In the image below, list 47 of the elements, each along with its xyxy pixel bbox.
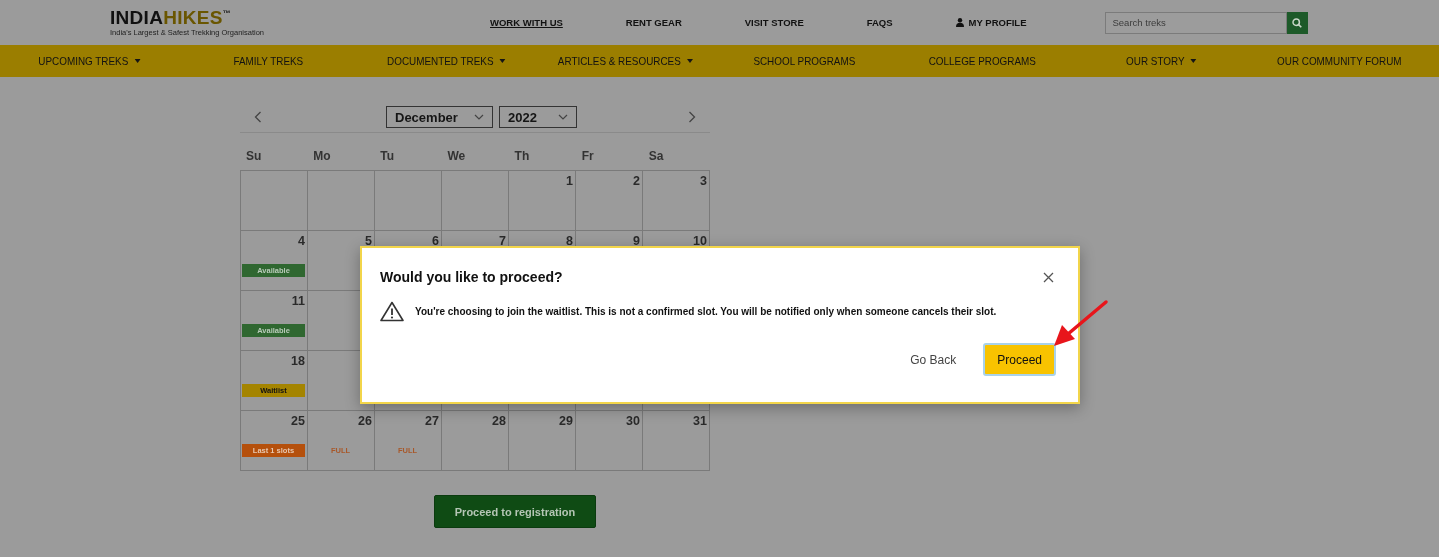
header-link[interactable]: MY PROFILE (955, 17, 1027, 28)
day-number[interactable]: 1 (566, 174, 573, 188)
day-number[interactable]: 7 (499, 234, 506, 248)
day-number[interactable]: 31 (693, 414, 707, 428)
register-button[interactable]: Proceed to registration (434, 495, 596, 528)
day-number[interactable]: 11 (291, 294, 305, 308)
weekday-label: We (446, 149, 467, 163)
day-number[interactable]: 18 (291, 354, 305, 368)
header-link[interactable]: FAQS (866, 17, 893, 28)
day-number[interactable]: 25 (291, 414, 305, 428)
day-number[interactable]: 28 (492, 414, 506, 428)
nav-item[interactable]: FAMILY TREKS (191, 55, 345, 67)
weekday-label: Sa (647, 149, 665, 163)
nav-item[interactable]: OUR STORY (1084, 55, 1238, 67)
back-button[interactable]: Go Back (898, 343, 969, 376)
day-number[interactable]: 6 (432, 234, 439, 248)
nav-item[interactable]: SCHOOL PROGRAMS (727, 55, 881, 67)
day-number[interactable]: 29 (559, 414, 573, 428)
day-number[interactable]: 3 (700, 174, 707, 188)
day-number[interactable]: 2 (633, 174, 640, 188)
weekday-label: Th (513, 149, 531, 163)
weekday-label: Su (245, 149, 263, 163)
header-link[interactable]: WORK WITH US (490, 17, 563, 28)
dialog-title: Would you like to proceed? (380, 269, 563, 285)
day-number[interactable]: 26 (358, 414, 372, 428)
weekday-label: Fr (580, 149, 595, 163)
weekday-label: Mo (312, 149, 332, 163)
day-number[interactable]: 30 (626, 414, 640, 428)
search-field[interactable]: Search treks (1104, 11, 1287, 34)
day-number[interactable]: 4 (298, 234, 305, 248)
header-link[interactable]: VISIT STORE (744, 17, 804, 28)
nav-item[interactable]: ARTICLES & RESOURCES (548, 55, 702, 67)
year-select[interactable]: 2022 (499, 106, 577, 128)
nav-item[interactable]: COLLEGE PROGRAMS (905, 55, 1060, 67)
day-number[interactable]: 10 (693, 234, 707, 248)
proceed-button[interactable]: Proceed (983, 343, 1056, 376)
month-select[interactable]: December (386, 106, 493, 128)
nav-item[interactable]: OUR COMMUNITY FORUM (1262, 55, 1417, 67)
day-number[interactable]: 8 (566, 234, 573, 248)
header-link[interactable]: RENT GEAR (625, 17, 682, 28)
dialog-message: You're choosing to join the waitlist. This is not a confirmed slot. You will be notified only when someone cancels their slot. (415, 306, 997, 317)
day-number[interactable]: 27 (425, 414, 439, 428)
day-number[interactable]: 5 (365, 234, 372, 248)
day-number[interactable]: 9 (633, 234, 640, 248)
nav-item[interactable]: UPCOMING TREKS (12, 55, 167, 67)
weekday-label: Tu (379, 149, 396, 163)
nav-item[interactable]: DOCUMENTED TREKS (369, 55, 524, 67)
